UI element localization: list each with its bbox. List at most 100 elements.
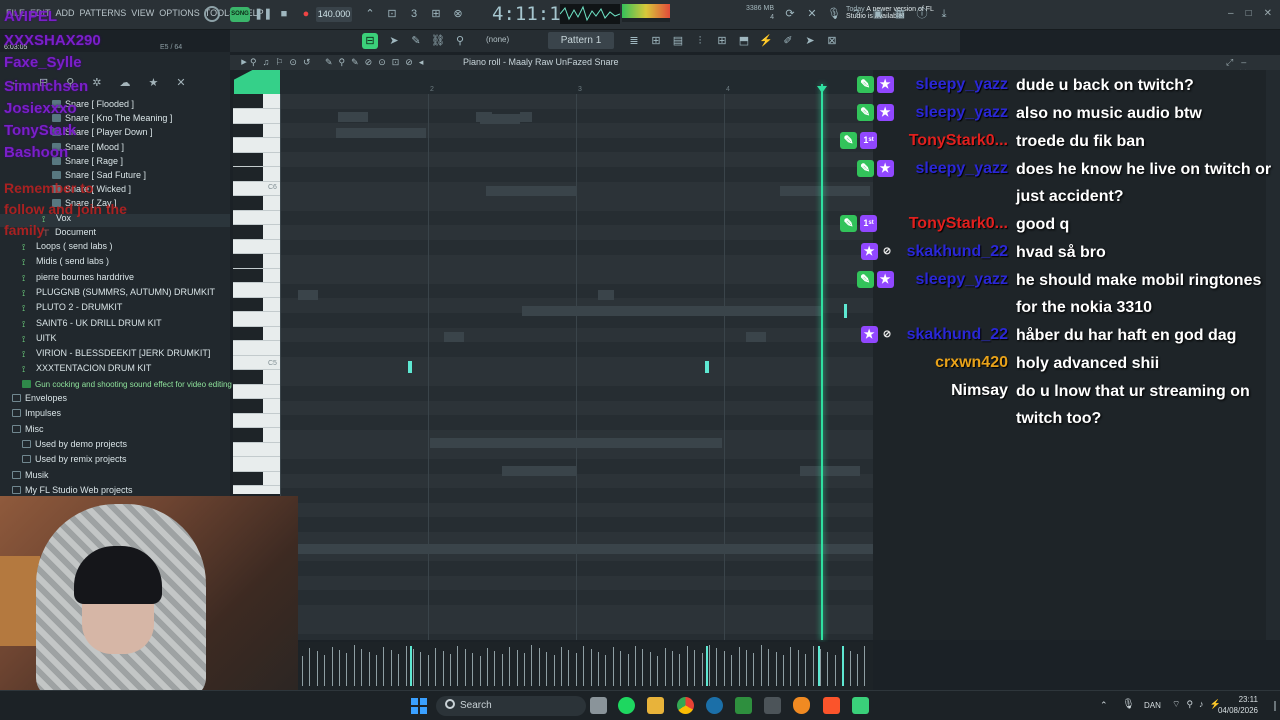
velocity-bar[interactable]: [590, 648, 592, 686]
cart-icon[interactable]: ⊠: [824, 33, 840, 49]
piano-roll-tool-corner[interactable]: [234, 70, 280, 94]
velocity-bar-selected[interactable]: [818, 646, 820, 686]
velocity-bar[interactable]: [635, 646, 636, 686]
browser-item[interactable]: Musik: [12, 469, 49, 482]
chat-username[interactable]: skakhund_22: [907, 326, 1008, 344]
velocity-bar[interactable]: [524, 653, 525, 686]
black-key[interactable]: [233, 195, 263, 210]
velocity-bar[interactable]: [760, 645, 762, 686]
velocity-bar[interactable]: [501, 654, 503, 686]
search-browser-icon[interactable]: ⚲: [66, 76, 74, 89]
velocity-bar[interactable]: [553, 654, 555, 686]
info-icon[interactable]: ⓘ: [914, 6, 930, 22]
velocity-bar[interactable]: [768, 648, 770, 686]
browser-item[interactable]: Used by remix projects: [22, 453, 127, 466]
velocity-bar[interactable]: [849, 650, 851, 686]
velocity-bar[interactable]: [723, 651, 725, 686]
loop-record-icon[interactable]: ⊗: [450, 6, 466, 22]
velocity-bar[interactable]: [457, 646, 459, 686]
velocity-bar[interactable]: [516, 649, 518, 686]
menu-patterns[interactable]: PATTERNS: [80, 8, 127, 18]
velocity-bar[interactable]: [383, 647, 385, 686]
download-icon[interactable]: ⤓: [936, 6, 952, 22]
velocity-bar-selected[interactable]: [410, 646, 412, 686]
tempo-display[interactable]: 140.000: [316, 7, 352, 22]
close-browser-icon[interactable]: ✕: [176, 76, 185, 89]
browser-item[interactable]: ⟟ XXXTENTACION DRUM KIT: [22, 362, 151, 375]
chat-username[interactable]: TonyStark0...: [909, 215, 1008, 233]
fl-studio-icon[interactable]: [793, 697, 810, 714]
velocity-bar[interactable]: [738, 646, 740, 686]
black-key[interactable]: [233, 268, 263, 282]
stop-icon[interactable]: ■: [276, 6, 292, 22]
minecraft-icon[interactable]: [735, 697, 752, 714]
velocity-bar[interactable]: [649, 652, 651, 686]
tools-icon[interactable]: ✕: [804, 6, 820, 22]
save-icon[interactable]: ▣: [870, 6, 886, 22]
velocity-bar[interactable]: [827, 652, 829, 686]
black-key[interactable]: [233, 253, 263, 268]
step-edit-icon[interactable]: ⊞: [428, 6, 444, 22]
velocity-bar[interactable]: [679, 654, 681, 686]
pencil-icon[interactable]: ✎: [408, 33, 424, 49]
taskview-icon[interactable]: [590, 697, 607, 714]
browser-item[interactable]: ⟟ Loops ( send labs ): [22, 240, 113, 253]
black-key[interactable]: [233, 427, 263, 442]
wand-icon[interactable]: ✐: [780, 33, 796, 49]
metronome-icon[interactable]: ⌃: [362, 6, 378, 22]
maximize-icon[interactable]: □: [1246, 8, 1252, 19]
note-grid[interactable]: [280, 94, 873, 640]
velocity-bar[interactable]: [864, 646, 866, 686]
clock[interactable]: 23:11 04/08/2026: [1218, 694, 1258, 716]
velocity-bar[interactable]: [309, 648, 311, 686]
velocity-bar[interactable]: [339, 650, 340, 686]
black-key[interactable]: [233, 471, 263, 485]
mixer-icon[interactable]: ▦: [892, 6, 908, 22]
countdown-icon[interactable]: 3: [406, 6, 422, 22]
note[interactable]: [704, 361, 709, 373]
velocity-bar[interactable]: [538, 648, 540, 686]
browser-item[interactable]: Used by demo projects: [22, 438, 127, 451]
pattern-selector[interactable]: Pattern 1: [548, 32, 614, 49]
arrow-icon[interactable]: ➤: [386, 33, 402, 49]
velocity-bar[interactable]: [353, 645, 355, 686]
browser-item[interactable]: Snare [ Zay ]: [52, 197, 117, 210]
velocity-bar[interactable]: [657, 655, 659, 686]
chat-username[interactable]: sleepy_yazz: [915, 76, 1008, 94]
velocity-bar[interactable]: [701, 652, 703, 686]
velocity-bar[interactable]: [731, 654, 733, 686]
browser-item[interactable]: Snare [ Player Down ]: [52, 126, 153, 139]
close-icon[interactable]: ✕: [1264, 8, 1272, 19]
velocity-bar[interactable]: [709, 645, 710, 686]
velocity-bar[interactable]: [413, 649, 414, 686]
menu-file[interactable]: FILE: [6, 8, 25, 18]
snap-value[interactable]: (none): [486, 35, 509, 44]
chat-username[interactable]: sleepy_yazz: [915, 271, 1008, 289]
browser-item[interactable]: Envelopes: [12, 392, 67, 405]
black-key[interactable]: [233, 123, 263, 137]
black-key[interactable]: [233, 398, 263, 413]
velocity-bar[interactable]: [442, 650, 444, 686]
velocity-bar[interactable]: [642, 649, 644, 686]
velocity-bar[interactable]: [331, 646, 333, 686]
velocity-bar[interactable]: [376, 655, 377, 686]
star-icon[interactable]: ★: [149, 76, 159, 89]
velocity-bar[interactable]: [627, 653, 629, 686]
link-icon[interactable]: ⛓: [430, 33, 446, 49]
velocity-bar[interactable]: [805, 653, 807, 686]
velocity-bar[interactable]: [420, 652, 422, 686]
piano-keyboard[interactable]: [233, 94, 280, 494]
velocity-bar[interactable]: [531, 645, 533, 686]
plug-icon[interactable]: ⚡: [758, 33, 774, 49]
browser-item[interactable]: My FL Studio Web projects: [12, 484, 133, 497]
mic-icon[interactable]: 🎙: [826, 6, 842, 22]
piano-roll-tools[interactable]: ⚲♫⚐⊙↺ ✎⚲✎⊘⊙⊡⊘◂: [250, 57, 429, 68]
browser-item[interactable]: ⟟ PLUTO 2 - DRUMKIT: [22, 301, 122, 314]
velocity-bar[interactable]: [605, 655, 607, 686]
velocity-bar[interactable]: [487, 648, 488, 686]
snap-icon[interactable]: ⊟: [362, 33, 378, 49]
velocity-bar[interactable]: [790, 647, 792, 686]
spotify-icon[interactable]: [618, 697, 635, 714]
velocity-bar[interactable]: [464, 649, 466, 686]
browser-item[interactable]: ⟟ SAINT6 - UK DRILL DRUM KIT: [22, 317, 162, 330]
